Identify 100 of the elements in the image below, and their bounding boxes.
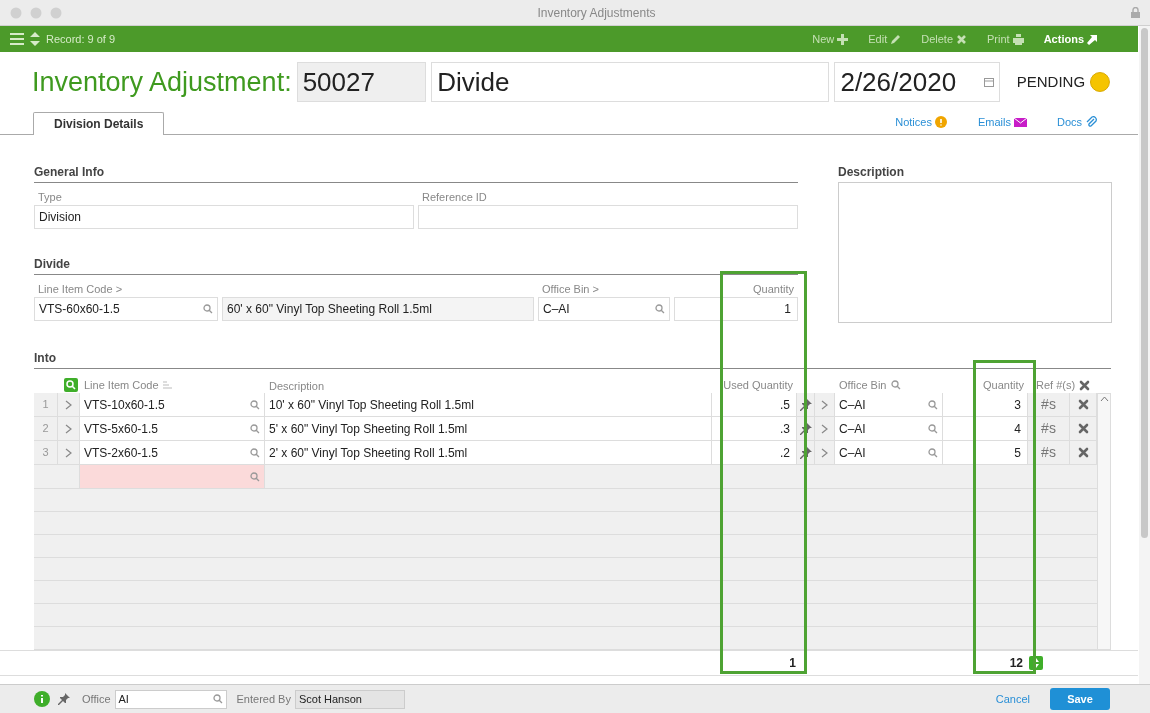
search-icon[interactable] — [203, 304, 213, 314]
office-bin-field[interactable]: C–AI — [835, 417, 943, 441]
search-icon[interactable] — [928, 399, 938, 410]
line-item-code-field[interactable]: VTS-2x60-1.5 — [80, 441, 265, 465]
form-title: Inventory Adjustment: — [32, 65, 292, 99]
pin-icon[interactable] — [799, 398, 812, 411]
table-cell-text: 3 — [1014, 396, 1021, 414]
paperclip-icon — [1085, 115, 1098, 128]
cross-icon — [956, 33, 968, 45]
window-title: Inventory Adjustments — [537, 4, 656, 22]
status-label: PENDING — [1016, 71, 1086, 92]
column-header: Ref #(s) — [1036, 377, 1076, 393]
printer-icon — [1012, 33, 1024, 45]
row-number: 1 — [42, 397, 49, 413]
section-heading: Into — [34, 349, 1111, 369]
total-value: 1 — [789, 655, 796, 672]
up-down-icon[interactable] — [30, 32, 40, 46]
line-item-code-field[interactable]: VTS-5x60-1.5 — [80, 417, 265, 441]
description-field: 60' x 60" Vinyl Top Sheeting Roll 1.5ml — [222, 297, 534, 321]
pin-icon[interactable] — [799, 422, 812, 435]
field-label: Quantity — [752, 282, 795, 297]
section-heading: Divide — [34, 255, 798, 275]
close-icon[interactable] — [1077, 423, 1089, 434]
date-field[interactable]: 2/26/2020 — [834, 62, 1000, 102]
search-icon[interactable] — [250, 423, 260, 434]
menu-icon[interactable] — [10, 33, 24, 45]
search-icon[interactable] — [250, 471, 260, 482]
status-dot — [1090, 72, 1110, 92]
description-box[interactable] — [838, 182, 1112, 323]
type-field[interactable]: Division — [34, 205, 414, 229]
field-label: Entered By — [236, 691, 291, 707]
section-heading: Description — [838, 164, 905, 181]
line-item-code-field[interactable]: VTS-60x60-1.5 — [34, 297, 218, 321]
total-value: 12 — [1009, 655, 1023, 672]
table-cell-text: 4 — [1014, 420, 1021, 438]
plus-icon — [837, 33, 849, 45]
field-label[interactable]: Office Bin > — [538, 281, 670, 297]
arrow-icon — [1087, 33, 1098, 45]
table-cell-text: 2' x 60" Vinyl Top Sheeting Roll 1.5ml — [269, 444, 468, 462]
scroll-bar[interactable] — [1139, 26, 1150, 684]
field-label: Office — [82, 691, 111, 707]
office-bin-field[interactable]: C–AI — [538, 297, 670, 321]
scroll-bar[interactable] — [1097, 393, 1111, 650]
chevron-icon[interactable] — [821, 447, 828, 458]
search-icon[interactable] — [250, 399, 260, 410]
close-icon[interactable] — [1077, 399, 1089, 410]
office-bin-field[interactable]: C–AI — [835, 441, 943, 465]
lock-icon — [1131, 7, 1140, 18]
search-icon[interactable] — [890, 380, 901, 390]
search-icon[interactable] — [928, 423, 938, 434]
chevron-icon[interactable] — [821, 399, 828, 410]
search-icon[interactable] — [212, 694, 223, 704]
entered-by-field: Scot Hanson — [294, 689, 405, 709]
link[interactable]: Emails — [977, 113, 1027, 130]
close-icon[interactable] — [1079, 379, 1091, 391]
close-icon[interactable] — [1077, 447, 1089, 458]
pin-icon[interactable] — [58, 693, 70, 705]
chevron-icon[interactable] — [65, 423, 72, 434]
pencil-icon — [890, 33, 902, 45]
column-header: Line Item Code — [84, 377, 159, 393]
search-icon[interactable] — [250, 447, 260, 458]
alert-icon — [934, 115, 948, 128]
envelope-icon — [1013, 115, 1027, 128]
column-header: Description — [269, 380, 325, 392]
search-icon[interactable] — [655, 304, 665, 314]
link[interactable]: Notices — [895, 113, 948, 130]
line-item-code-field[interactable] — [80, 465, 265, 489]
name-field[interactable]: Divide — [431, 62, 830, 102]
row-number: 3 — [42, 445, 49, 461]
table-cell-text: .2 — [780, 444, 790, 462]
table-cell-text: .3 — [780, 420, 790, 438]
chevron-icon[interactable] — [65, 447, 72, 458]
search-icon[interactable] — [928, 447, 938, 458]
column-header: Office Bin — [839, 377, 887, 393]
toolbar-button[interactable]: Actions — [1043, 30, 1098, 48]
chevron-icon[interactable] — [821, 423, 828, 434]
table-cell-text: 10' x 60" Vinyl Top Sheeting Roll 1.5ml — [269, 396, 474, 414]
field-label: Type — [37, 190, 63, 205]
line-item-code-field[interactable]: VTS-10x60-1.5 — [80, 393, 265, 417]
pin-icon[interactable] — [799, 446, 812, 459]
office-bin-field[interactable]: C–AI — [835, 393, 943, 417]
section-heading: General Info — [34, 163, 798, 183]
search-icon[interactable] — [64, 378, 78, 392]
info-icon[interactable] — [34, 691, 50, 707]
quantity-field[interactable]: 1 — [674, 297, 798, 321]
table-cell-text: .5 — [780, 396, 790, 414]
table-cell-text: 5 — [1014, 444, 1021, 462]
link[interactable]: Docs — [1056, 113, 1098, 130]
office-field[interactable]: AI — [114, 689, 227, 709]
field-label[interactable]: Line Item Code > — [34, 281, 218, 297]
reference-id-field[interactable] — [418, 205, 798, 229]
chevron-up-icon[interactable] — [1099, 396, 1109, 402]
record-counter: Record: 9 of 9 — [46, 31, 116, 47]
calendar-icon[interactable] — [983, 77, 994, 87]
column-header: Used Quantity — [723, 377, 793, 393]
tab[interactable]: Division Details — [33, 112, 165, 135]
chevron-icon[interactable] — [65, 399, 72, 410]
column-header: Quantity — [983, 377, 1024, 393]
number-field[interactable]: 50027 — [296, 62, 427, 102]
table-cell-text: 5' x 60" Vinyl Top Sheeting Roll 1.5ml — [269, 420, 468, 438]
